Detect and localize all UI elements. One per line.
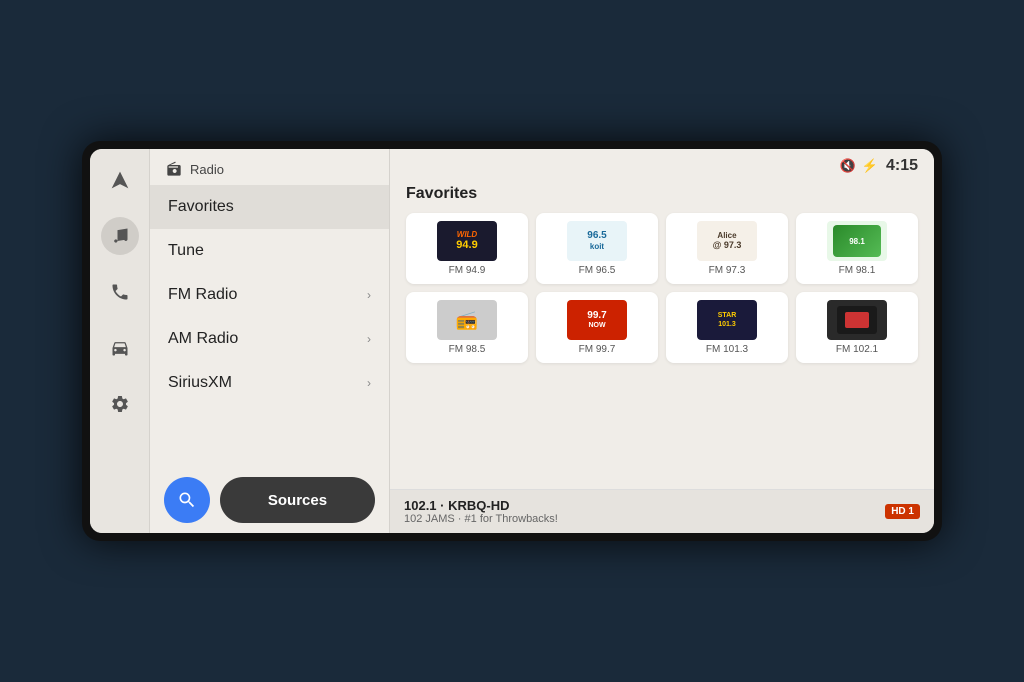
station-logo-now997: 99.7NOW: [567, 300, 627, 340]
now-playing-description: 102 JAMS · #1 for Throwbacks!: [404, 513, 558, 525]
screen-bezel: Radio Favorites Tune FM Radio › AM Radio…: [82, 141, 942, 541]
screen: Radio Favorites Tune FM Radio › AM Radio…: [90, 149, 934, 533]
station-logo-fm981: 98.1: [827, 221, 887, 261]
bluetooth-icon: ⚡: [862, 158, 878, 174]
signal-off-icon: 🔇: [840, 158, 856, 174]
sidebar: Radio Favorites Tune FM Radio › AM Radio…: [150, 149, 390, 533]
station-freq-star1013: FM 101.3: [706, 344, 748, 355]
am-radio-chevron: ›: [367, 332, 371, 346]
nav-strip: [90, 149, 150, 533]
sidebar-footer: Sources: [150, 467, 389, 533]
station-freq-now997: FM 99.7: [579, 344, 616, 355]
station-logo-fm1021: [827, 300, 887, 340]
station-logo-alice973: Alice@ 97.3: [697, 221, 757, 261]
sources-label: Sources: [268, 492, 327, 509]
sidebar-item-favorites[interactable]: Favorites: [150, 185, 389, 229]
station-freq-fm985: FM 98.5: [449, 344, 486, 355]
sidebar-item-tune[interactable]: Tune: [150, 229, 389, 273]
station-freq-fm981: FM 98.1: [839, 265, 876, 276]
nav-icon-car[interactable]: [101, 329, 139, 367]
nav-icon-phone[interactable]: [101, 273, 139, 311]
favorites-grid: WILD 94.9 FM 94.9 96.5koit FM 96.5: [406, 213, 918, 363]
station-logo-star1013: STAR101.3: [697, 300, 757, 340]
top-bar: 🔇 ⚡ 4:15: [390, 149, 934, 179]
top-bar-icons: 🔇 ⚡: [840, 158, 878, 174]
station-logo-fm985: 📻: [437, 300, 497, 340]
station-freq-fm1021: FM 102.1: [836, 344, 878, 355]
station-tile-now997[interactable]: 99.7NOW FM 99.7: [536, 292, 658, 363]
station-tile-wild949[interactable]: WILD 94.9 FM 94.9: [406, 213, 528, 284]
nav-icon-navigation[interactable]: [101, 161, 139, 199]
sidebar-item-am-radio[interactable]: AM Radio ›: [150, 317, 389, 361]
search-icon: [177, 490, 197, 510]
station-tile-fm1021[interactable]: FM 102.1: [796, 292, 918, 363]
search-button[interactable]: [164, 477, 210, 523]
now-playing-info: 102.1 · KRBQ-HD 102 JAMS · #1 for Throwb…: [404, 498, 558, 525]
now-playing-station: 102.1 · KRBQ-HD: [404, 498, 558, 513]
now-playing-bar: 102.1 · KRBQ-HD 102 JAMS · #1 for Throwb…: [390, 489, 934, 533]
sidebar-title: Radio: [190, 162, 224, 177]
station-tile-koit965[interactable]: 96.5koit FM 96.5: [536, 213, 658, 284]
hd-badge: HD 1: [885, 504, 920, 519]
siriusxm-chevron: ›: [367, 376, 371, 390]
station-logo-koit965: 96.5koit: [567, 221, 627, 261]
clock: 4:15: [886, 157, 918, 175]
favorites-section-title: Favorites: [406, 185, 918, 203]
station-freq-alice973: FM 97.3: [709, 265, 746, 276]
main-content: 🔇 ⚡ 4:15 Favorites WILD 94.9: [390, 149, 934, 533]
nav-icon-settings[interactable]: [101, 385, 139, 423]
sidebar-header: Radio: [150, 149, 389, 185]
station-tile-fm985[interactable]: 📻 FM 98.5: [406, 292, 528, 363]
sources-button[interactable]: Sources: [220, 477, 375, 523]
fm-radio-chevron: ›: [367, 288, 371, 302]
sidebar-item-siriusxm[interactable]: SiriusXM ›: [150, 361, 389, 405]
sidebar-item-favorites-label: Favorites: [168, 198, 234, 216]
sidebar-item-am-radio-label: AM Radio: [168, 330, 238, 348]
sidebar-menu: Favorites Tune FM Radio › AM Radio › Sir…: [150, 185, 389, 467]
station-tile-star1013[interactable]: STAR101.3 FM 101.3: [666, 292, 788, 363]
sidebar-item-siriusxm-label: SiriusXM: [168, 374, 232, 392]
sidebar-item-tune-label: Tune: [168, 242, 204, 260]
station-freq-koit965: FM 96.5: [579, 265, 616, 276]
sidebar-item-fm-radio-label: FM Radio: [168, 286, 237, 304]
station-tile-fm981[interactable]: 98.1 FM 98.1: [796, 213, 918, 284]
station-logo-wild949: WILD 94.9: [437, 221, 497, 261]
content-area: Favorites WILD 94.9 FM 94.9: [390, 179, 934, 489]
nav-icon-music[interactable]: [101, 217, 139, 255]
station-tile-alice973[interactable]: Alice@ 97.3 FM 97.3: [666, 213, 788, 284]
sidebar-item-fm-radio[interactable]: FM Radio ›: [150, 273, 389, 317]
station-freq-wild949: FM 94.9: [449, 265, 486, 276]
radio-icon: [166, 161, 182, 177]
